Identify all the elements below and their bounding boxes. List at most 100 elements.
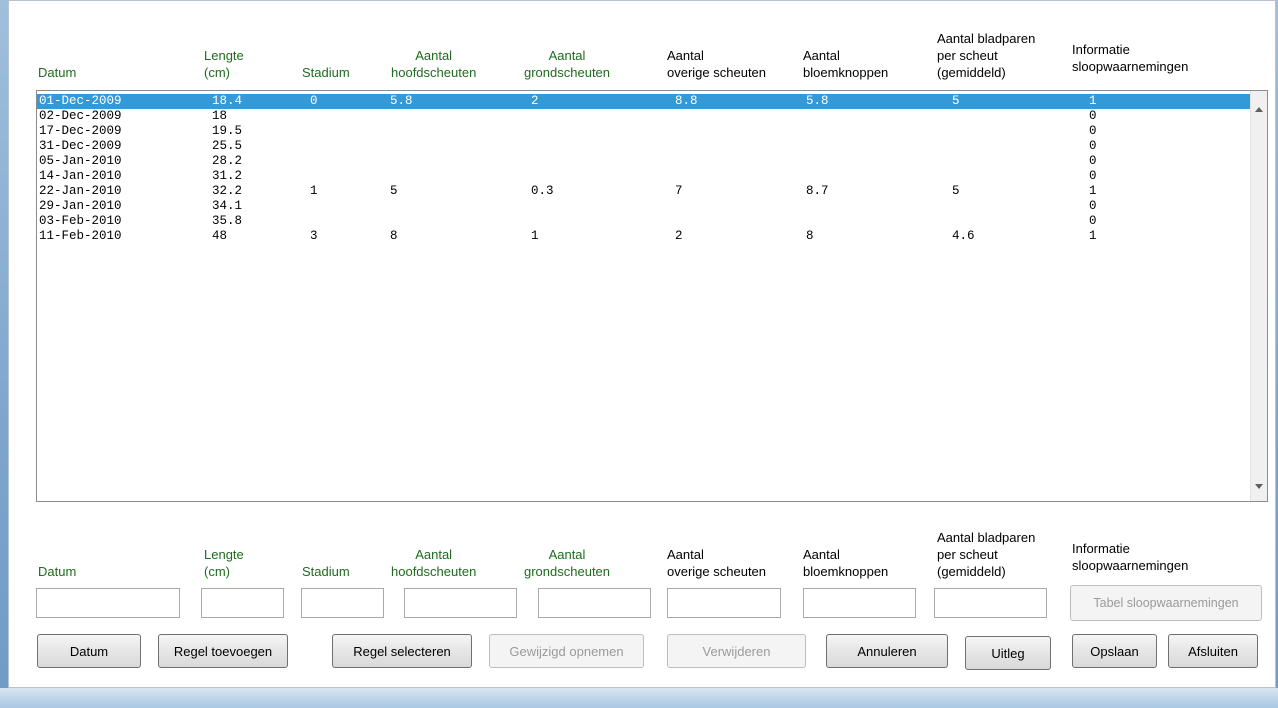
- uitleg-button[interactable]: Uitleg: [965, 636, 1051, 670]
- stadium-input[interactable]: [301, 588, 384, 618]
- regel-toevoegen-button[interactable]: Regel toevoegen: [158, 634, 288, 668]
- input-header-info-line: Informatie: [1072, 541, 1130, 556]
- vertical-scrollbar[interactable]: [1250, 91, 1267, 501]
- input-header-blad: Aantal bladparen per scheut (gemiddeld): [937, 529, 1035, 580]
- cell-overige: 8.8: [675, 94, 698, 108]
- list-header-grond-line: Aantal: [548, 48, 586, 63]
- input-header-stadium: Stadium: [302, 563, 350, 580]
- input-header-hoofd: Aantal hoofdscheuten: [391, 546, 476, 580]
- opslaan-button[interactable]: Opslaan: [1072, 634, 1157, 668]
- cell-lengte: 19.5: [212, 124, 243, 138]
- table-row[interactable]: 05-Jan-2010 28.2 0: [37, 154, 1250, 169]
- cell-grond: 0.3: [531, 184, 554, 198]
- cell-hoofd: 8: [390, 229, 398, 243]
- scroll-down-arrow-icon[interactable]: [1255, 484, 1263, 489]
- cell-info: 0: [1089, 124, 1097, 138]
- bladparen-input[interactable]: [934, 588, 1047, 618]
- cell-grond: 1: [531, 229, 539, 243]
- input-header-info-line: sloopwaarnemingen: [1072, 558, 1189, 573]
- cell-info: 0: [1089, 214, 1097, 228]
- list-header-bloem: Aantal bloemknoppen: [803, 47, 888, 81]
- cell-info: 0: [1089, 199, 1097, 213]
- cell-info: 1: [1089, 94, 1097, 108]
- afsluiten-button[interactable]: Afsluiten: [1168, 634, 1258, 668]
- cell-hoofd: 5.8: [390, 94, 413, 108]
- cell-info: 0: [1089, 154, 1097, 168]
- gewijzigd-opnemen-button[interactable]: Gewijzigd opnemen: [489, 634, 644, 668]
- list-header-datum: Datum: [38, 64, 76, 81]
- list-header-lengte-line: (cm): [204, 65, 230, 80]
- table-row[interactable]: 31-Dec-2009 25.5 0: [37, 139, 1250, 154]
- cell-bloem: 5.8: [806, 94, 829, 108]
- measurements-listbox[interactable]: 01-Dec-2009 18.4 0 5.8 2 8.8 5.8 5 1 02-Dec-2009 1…: [36, 90, 1268, 502]
- input-header-blad-line: Aantal bladparen: [937, 530, 1036, 545]
- input-header-bloem-line: Aantal: [803, 547, 840, 562]
- cell-lengte: 18.4: [212, 94, 243, 108]
- input-header-grond: Aantal grondscheuten: [524, 546, 610, 580]
- input-header-blad-line: per scheut: [937, 547, 998, 562]
- list-header-stadium: Stadium: [302, 64, 350, 81]
- grondscheuten-input[interactable]: [538, 588, 651, 618]
- table-row[interactable]: 02-Dec-2009 18 0: [37, 109, 1250, 124]
- list-header-lengte-line: Lengte: [204, 48, 244, 63]
- list-header-blad-line: (gemiddeld): [937, 65, 1006, 80]
- cell-blad: 4.6: [952, 229, 975, 243]
- input-header-bloem-line: bloemknoppen: [803, 564, 889, 579]
- cell-lengte: 34.1: [212, 199, 243, 213]
- input-header-stadium-line: Stadium: [302, 564, 350, 579]
- cell-info: 0: [1089, 169, 1097, 183]
- regel-selecteren-button[interactable]: Regel selecteren: [332, 634, 472, 668]
- list-header-lengte: Lengte (cm): [204, 47, 244, 81]
- list-header-bloem-line: bloemknoppen: [803, 65, 889, 80]
- input-header-grond-line: Aantal: [548, 547, 586, 562]
- table-row[interactable]: 14-Jan-2010 31.2 0: [37, 169, 1250, 184]
- bloemknoppen-input[interactable]: [803, 588, 916, 618]
- lengte-input[interactable]: [201, 588, 284, 618]
- list-header-info-line: sloopwaarnemingen: [1072, 59, 1189, 74]
- list-header-grond: Aantal grondscheuten: [524, 47, 610, 81]
- cell-datum: 05-Jan-2010: [39, 154, 122, 168]
- cell-overige: 7: [675, 184, 683, 198]
- cell-info: 0: [1089, 139, 1097, 153]
- input-header-hoofd-line: hoofdscheuten: [391, 564, 477, 579]
- input-header-overige-line: overige scheuten: [667, 564, 767, 579]
- input-header-datum-line: Datum: [38, 564, 77, 579]
- annuleren-button[interactable]: Annuleren: [826, 634, 948, 668]
- input-header-grond-line: grondscheuten: [524, 564, 611, 579]
- cell-datum: 22-Jan-2010: [39, 184, 122, 198]
- cell-lengte: 31.2: [212, 169, 243, 183]
- table-row[interactable]: 01-Dec-2009 18.4 0 5.8 2 8.8 5.8 5 1: [37, 94, 1250, 109]
- cell-info: 1: [1089, 229, 1097, 243]
- cell-lengte: 25.5: [212, 139, 243, 153]
- input-header-blad-line: (gemiddeld): [937, 564, 1006, 579]
- list-rows: 01-Dec-2009 18.4 0 5.8 2 8.8 5.8 5 1 02-Dec-2009 1…: [37, 94, 1250, 244]
- tabel-sloopwaarnemingen-button[interactable]: Tabel sloopwaarnemingen: [1070, 585, 1262, 621]
- input-header-lengte: Lengte (cm): [204, 546, 244, 580]
- datum-input[interactable]: [36, 588, 180, 618]
- cell-lengte: 32.2: [212, 184, 243, 198]
- cell-info: 1: [1089, 184, 1097, 198]
- hoofdscheuten-input[interactable]: [404, 588, 517, 618]
- verwijderen-button[interactable]: Verwijderen: [667, 634, 806, 668]
- list-header-overige: Aantal overige scheuten: [667, 47, 766, 81]
- cell-datum: 01-Dec-2009: [39, 94, 122, 108]
- list-header-info-line: Informatie: [1072, 42, 1130, 57]
- list-header-info: Informatie sloopwaarnemingen: [1072, 41, 1188, 75]
- datum-button[interactable]: Datum: [37, 634, 141, 668]
- table-row[interactable]: 22-Jan-2010 32.2 1 5 0.3 7 8.7 5 1: [37, 184, 1250, 199]
- list-header-hoofd: Aantal hoofdscheuten: [391, 47, 476, 81]
- table-row[interactable]: 11-Feb-2010 48 3 8 1 2 8 4.6 1: [37, 229, 1250, 244]
- scroll-up-arrow-icon[interactable]: [1255, 107, 1263, 112]
- cell-lengte: 18: [212, 109, 228, 123]
- cell-lengte: 28.2: [212, 154, 243, 168]
- cell-stadium: 1: [310, 184, 318, 198]
- cell-info: 0: [1089, 109, 1097, 123]
- cell-datum: 11-Feb-2010: [39, 229, 122, 243]
- cell-blad: 5: [952, 94, 960, 108]
- input-header-overige: Aantal overige scheuten: [667, 546, 766, 580]
- table-row[interactable]: 03-Feb-2010 35.8 0: [37, 214, 1250, 229]
- table-row[interactable]: 17-Dec-2009 19.5 0: [37, 124, 1250, 139]
- overige-scheuten-input[interactable]: [667, 588, 781, 618]
- list-header-grond-line: grondscheuten: [524, 65, 611, 80]
- table-row[interactable]: 29-Jan-2010 34.1 0: [37, 199, 1250, 214]
